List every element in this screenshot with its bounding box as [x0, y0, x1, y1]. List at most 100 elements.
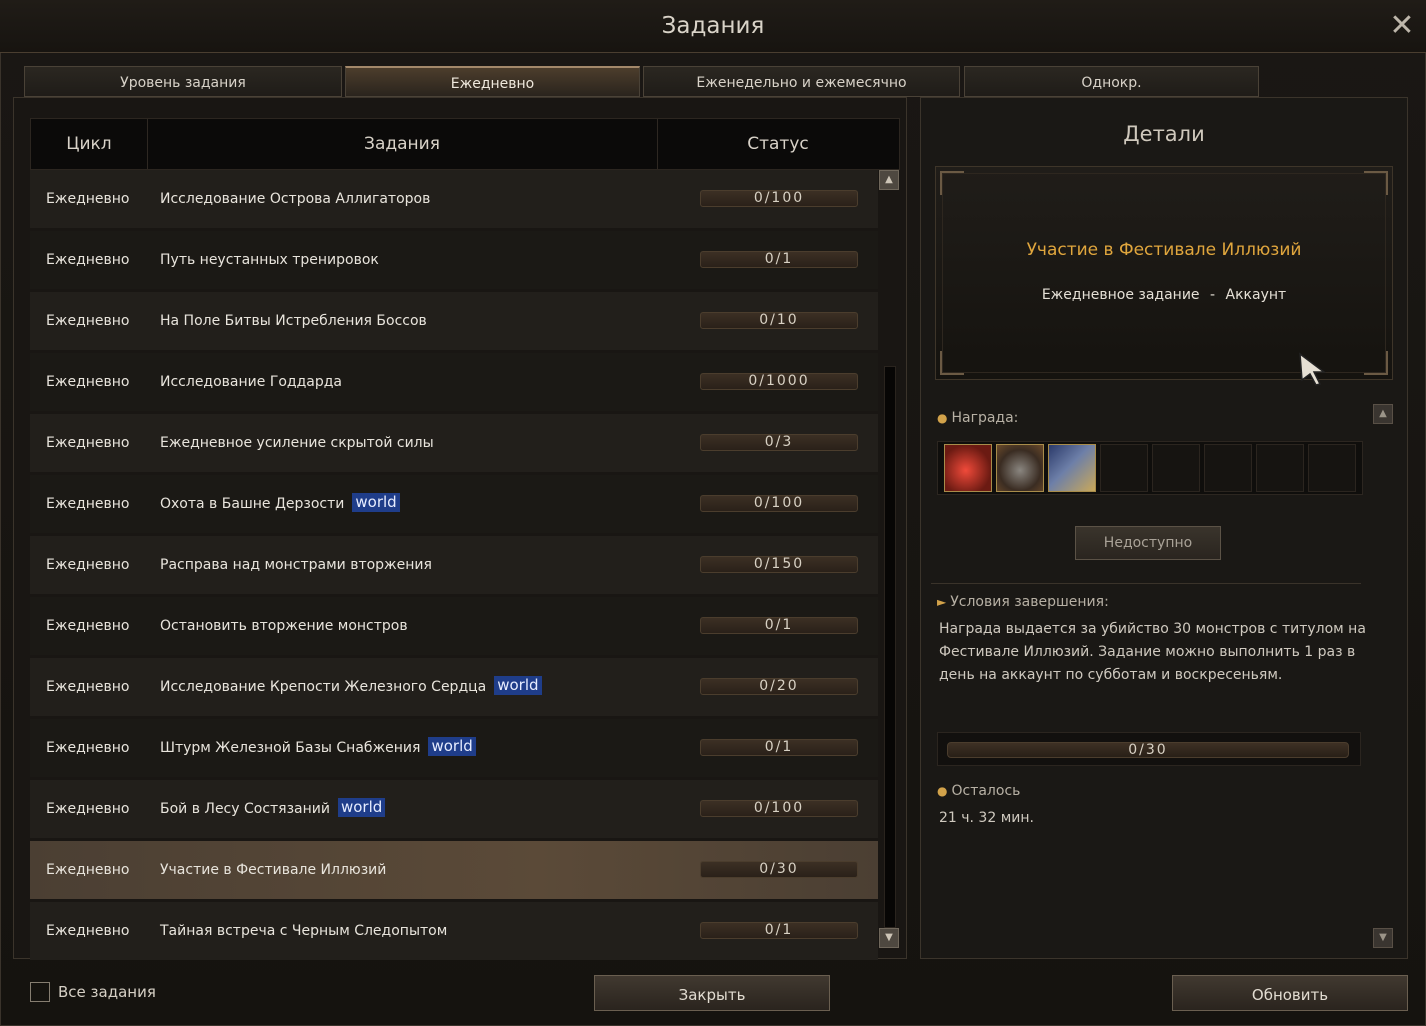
- row-quest-name: На Поле Битвы Истребления Боссов: [160, 313, 427, 329]
- table-row[interactable]: Ежедневно Тайная встреча с Черным Следопы…: [30, 902, 878, 960]
- details-scroll-down-icon[interactable]: ▼: [1373, 928, 1393, 948]
- row-status-bar: 0/30: [700, 861, 858, 878]
- row-quest-name: Исследование Острова Аллигаторов: [160, 191, 431, 207]
- detail-quest-name: Участие в Фестивале Иллюзий: [1026, 240, 1302, 260]
- details-title: Детали: [1123, 122, 1205, 146]
- row-status-bar: 0/3: [700, 434, 858, 451]
- reward-item-crown-icon[interactable]: [1048, 444, 1096, 492]
- row-status-bar: 0/150: [700, 556, 858, 573]
- table-row[interactable]: Ежедневно Расправа над монстрами вторжени…: [30, 536, 878, 594]
- close-button[interactable]: Закрыть: [594, 975, 830, 1011]
- row-quest: Бой в Лесу Состязаний world: [160, 780, 386, 838]
- reward-slot-empty: [1308, 444, 1356, 492]
- table-row[interactable]: Ежедневно Исследование Острова Аллигаторо…: [30, 170, 878, 228]
- row-status-bar: 0/100: [700, 495, 858, 512]
- unavailable-button[interactable]: Недоступно: [1075, 526, 1221, 560]
- header-cycle: Цикл: [31, 119, 148, 169]
- row-cycle: Ежедневно: [46, 374, 130, 390]
- close-icon[interactable]: ✕: [1388, 11, 1416, 41]
- scroll-track[interactable]: [884, 366, 896, 928]
- row-status-bar: 0/10: [700, 312, 858, 329]
- row-status-bar: 0/1: [700, 739, 858, 756]
- quest-rows: Ежедневно Исследование Острова Аллигаторо…: [30, 170, 878, 963]
- row-quest: Штурм Железной Базы Снабжения world: [160, 719, 476, 777]
- row-cycle: Ежедневно: [46, 496, 130, 512]
- row-cycle: Ежедневно: [46, 252, 130, 268]
- row-cycle: Ежедневно: [46, 557, 130, 573]
- row-quest: Тайная встреча с Черным Следопытом: [160, 902, 447, 960]
- remaining-label: ● Осталось: [937, 783, 1021, 799]
- table-row[interactable]: Ежедневно Участие в Фестивале Иллюзий 0/30: [30, 841, 878, 899]
- table-row[interactable]: Ежедневно Ежедневное усиление скрытой сил…: [30, 414, 878, 472]
- row-quest: Исследование Крепости Железного Сердца wo…: [160, 658, 542, 716]
- conditions-text: Награда выдается за убийство 30 монстров…: [939, 621, 1366, 683]
- row-quest-name: Исследование Крепости Железного Сердца: [160, 679, 487, 695]
- tab-0[interactable]: Уровень задания: [24, 66, 342, 97]
- reward-slot-empty: [1152, 444, 1200, 492]
- tab-3[interactable]: Однокр.: [964, 66, 1259, 97]
- table-row[interactable]: Ежедневно Штурм Железной Базы Снабжения wo…: [30, 719, 878, 777]
- timer-icon: ●: [937, 784, 948, 798]
- row-cycle: Ежедневно: [46, 618, 130, 634]
- detail-quest-meta: Ежедневное задание - Аккаунт: [936, 287, 1392, 303]
- all-quests-label: Все задания: [58, 983, 156, 1001]
- row-status-bar: 0/100: [700, 800, 858, 817]
- progress-bar: 0/30: [947, 742, 1349, 758]
- header-quests: Задания: [147, 119, 658, 169]
- frame-corner-icon: [1364, 351, 1388, 375]
- row-status-bar: 0/100: [700, 190, 858, 207]
- quest-scope: Аккаунт: [1225, 287, 1287, 303]
- row-quest-name: Участие в Фестивале Иллюзий: [160, 862, 387, 878]
- reward-slot-empty: [1256, 444, 1304, 492]
- list-header: Цикл Задания Статус: [30, 118, 900, 170]
- row-quest: Расправа над монстрами вторжения: [160, 536, 432, 594]
- frame-corner-icon: [940, 171, 964, 195]
- row-cycle: Ежедневно: [46, 801, 130, 817]
- list-scrollbar[interactable]: ▲ ▼: [879, 170, 899, 950]
- row-quest: Ежедневное усиление скрытой силы: [160, 414, 434, 472]
- all-quests-checkbox[interactable]: [30, 982, 50, 1002]
- frame-corner-icon: [1364, 171, 1388, 195]
- row-status-bar: 0/1: [700, 617, 858, 634]
- refresh-button[interactable]: Обновить: [1172, 975, 1408, 1011]
- row-cycle: Ежедневно: [46, 740, 130, 756]
- details-scroll-up-icon[interactable]: ▲: [1373, 404, 1393, 424]
- reward-item-coin-icon[interactable]: [996, 444, 1044, 492]
- row-quest: Остановить вторжение монстров: [160, 597, 408, 655]
- row-quest-name: Исследование Годдарда: [160, 374, 343, 390]
- tab-2[interactable]: Еженедельно и ежемесячно: [643, 66, 960, 97]
- quest-progress: 0/30: [937, 732, 1361, 766]
- row-quest-name: Путь неустанных тренировок: [160, 252, 379, 268]
- row-quest: Исследование Острова Аллигаторов: [160, 170, 430, 228]
- mouse-cursor-icon: [1299, 352, 1327, 386]
- row-quest-name: Бой в Лесу Состязаний: [160, 801, 330, 817]
- table-row[interactable]: Ежедневно Остановить вторжение монстров 0/…: [30, 597, 878, 655]
- row-cycle: Ежедневно: [46, 679, 130, 695]
- world-tag: world: [337, 798, 386, 817]
- table-row[interactable]: Ежедневно Бой в Лесу Состязаний world 0/100: [30, 780, 878, 838]
- frame-corner-icon: [940, 351, 964, 375]
- row-quest: Исследование Годдарда: [160, 353, 342, 411]
- row-quest-name: Расправа над монстрами вторжения: [160, 557, 432, 573]
- row-cycle: Ежедневно: [46, 191, 130, 207]
- table-row[interactable]: Ежедневно Исследование Годдарда 0/1000: [30, 353, 878, 411]
- reward-slot-empty: [1204, 444, 1252, 492]
- scroll-down-icon[interactable]: ▼: [879, 928, 899, 948]
- scroll-up-icon[interactable]: ▲: [879, 170, 899, 190]
- row-quest-name: Штурм Железной Базы Снабжения: [160, 740, 421, 756]
- row-cycle: Ежедневно: [46, 862, 130, 878]
- tab-1[interactable]: Ежедневно: [345, 66, 640, 97]
- row-quest: На Поле Битвы Истребления Боссов: [160, 292, 427, 350]
- row-status-bar: 0/1: [700, 922, 858, 939]
- reward-label: ● Награда:: [937, 410, 1019, 426]
- table-row[interactable]: Ежедневно Путь неустанных тренировок 0/1: [30, 231, 878, 289]
- table-row[interactable]: Ежедневно На Поле Битвы Истребления Боссо…: [30, 292, 878, 350]
- reward-slot-empty: [1100, 444, 1148, 492]
- row-quest: Охота в Башне Дерзости world: [160, 475, 400, 533]
- row-status-bar: 0/20: [700, 678, 858, 695]
- table-row[interactable]: Ежедневно Охота в Башне Дерзости world 0/10…: [30, 475, 878, 533]
- table-row[interactable]: Ежедневно Исследование Крепости Железного…: [30, 658, 878, 716]
- reward-item-red-orb-icon[interactable]: [944, 444, 992, 492]
- quest-detail-card: Участие в Фестивале Иллюзий Ежедневное з…: [935, 166, 1393, 380]
- detail-card-frame: [942, 173, 1386, 373]
